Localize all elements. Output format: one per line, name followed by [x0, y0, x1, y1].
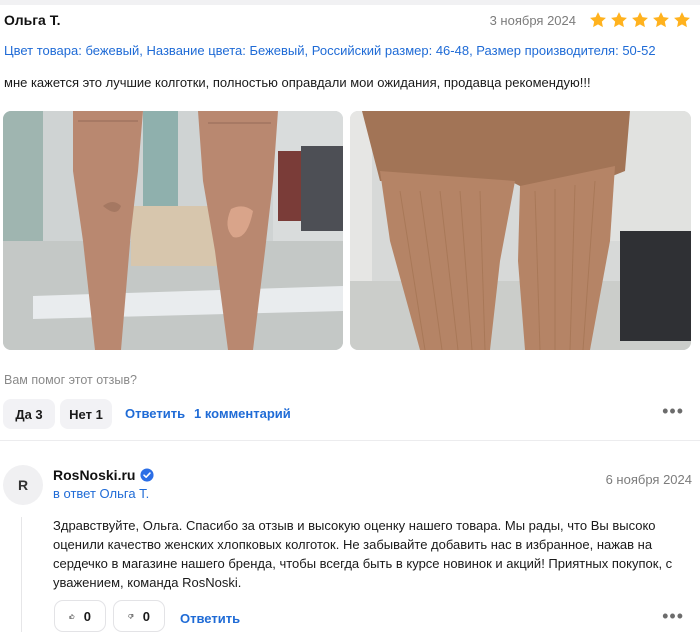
seller-reply-date: 6 ноября 2024 [605, 472, 692, 487]
thumbs-up-icon [69, 613, 75, 619]
star-icon [611, 12, 627, 28]
more-options-icon[interactable]: ••• [662, 402, 684, 420]
review-text: мне кажется это лучшие колготки, полност… [4, 75, 591, 90]
dislike-button[interactable]: 0 [113, 600, 165, 632]
top-divider [0, 0, 700, 5]
review-date: 3 ноября 2024 [489, 13, 576, 28]
review-photo-back[interactable] [350, 111, 691, 350]
dislike-count: 0 [142, 608, 150, 624]
rating-stars [588, 10, 692, 30]
review-author[interactable]: Ольга Т. [4, 12, 61, 28]
comments-link[interactable]: 1 комментарий [194, 406, 291, 421]
verified-check-icon [140, 468, 155, 482]
like-count: 0 [83, 608, 91, 624]
seller-reply-button[interactable]: Ответить [180, 611, 240, 626]
seller-more-options-icon[interactable]: ••• [662, 607, 684, 625]
product-info: Цвет товара: бежевый, Название цвета: Бе… [4, 43, 656, 58]
thumbs-down-icon [128, 613, 134, 619]
review-photo-front[interactable] [3, 111, 343, 350]
star-icon [590, 12, 606, 28]
reply-thread-line [21, 517, 22, 632]
star-icon [632, 12, 648, 28]
like-button[interactable]: 0 [54, 600, 106, 632]
reply-button[interactable]: Ответить [125, 406, 185, 421]
star-icon [653, 12, 669, 28]
seller-name-row: RosNoski.ru [53, 467, 155, 483]
vote-yes-button[interactable]: Да 3 [3, 399, 55, 429]
seller-reply-text: Здравствуйте, Ольга. Спасибо за отзыв и … [53, 518, 673, 590]
in-reply-to-link[interactable]: в ответ Ольга Т. [53, 486, 149, 501]
section-divider [0, 440, 700, 441]
seller-avatar: R [3, 465, 43, 505]
helpful-question: Вам помог этот отзыв? [4, 373, 137, 387]
review-header: Ольга Т. 3 ноября 2024 [4, 10, 692, 32]
seller-name[interactable]: RosNoski.ru [53, 467, 135, 483]
vote-no-button[interactable]: Нет 1 [60, 399, 112, 429]
star-icon [674, 12, 690, 28]
